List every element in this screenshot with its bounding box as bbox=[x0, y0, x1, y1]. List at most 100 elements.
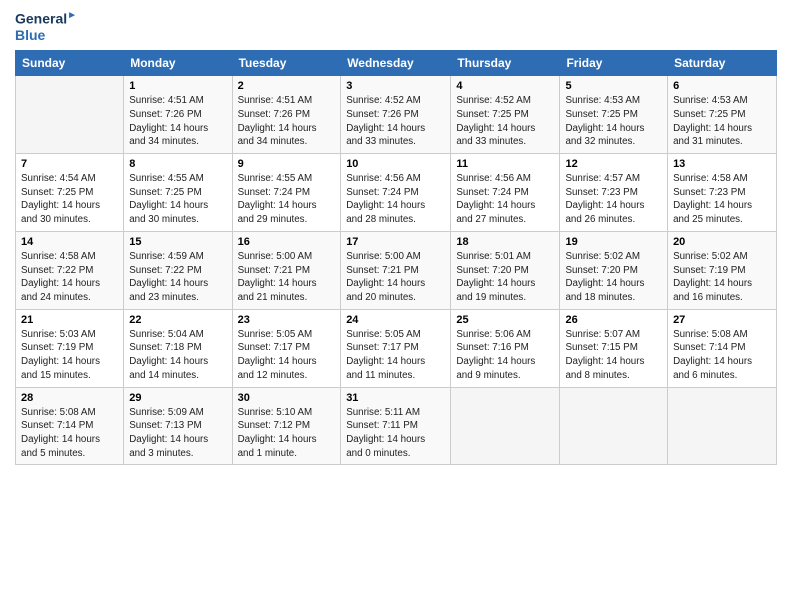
day-info-text: Sunrise: 5:07 AMSunset: 7:15 PMDaylight:… bbox=[565, 328, 662, 383]
day-number: 8 bbox=[129, 158, 226, 170]
day-info-text: Sunrise: 4:57 AMSunset: 7:23 PMDaylight:… bbox=[565, 172, 662, 227]
day-info-text: Sunrise: 5:02 AMSunset: 7:19 PMDaylight:… bbox=[673, 250, 771, 305]
logo-text-block: General► Blue bbox=[15, 10, 77, 44]
weekday-header-cell: Tuesday bbox=[232, 51, 341, 76]
calendar-day-cell: 20 Sunrise: 5:02 AMSunset: 7:19 PMDayligh… bbox=[668, 231, 777, 309]
calendar-day-cell bbox=[451, 387, 560, 465]
weekday-header-cell: Monday bbox=[124, 51, 232, 76]
calendar-day-cell: 22 Sunrise: 5:04 AMSunset: 7:18 PMDayligh… bbox=[124, 309, 232, 387]
calendar-day-cell: 4Sunrise: 4:52 AMSunset: 7:25 PMDaylight… bbox=[451, 76, 560, 154]
day-info-text: Sunrise: 4:56 AMSunset: 7:24 PMDaylight:… bbox=[346, 172, 445, 227]
day-info-text: Sunrise: 5:05 AMSunset: 7:17 PMDaylight:… bbox=[238, 328, 336, 383]
calendar-day-cell: 12 Sunrise: 4:57 AMSunset: 7:23 PMDayligh… bbox=[560, 154, 668, 232]
calendar-day-cell: 15 Sunrise: 4:59 AMSunset: 7:22 PMDayligh… bbox=[124, 231, 232, 309]
day-info-text: Sunrise: 5:00 AMSunset: 7:21 PMDaylight:… bbox=[238, 250, 336, 305]
calendar-day-cell: 10 Sunrise: 4:56 AMSunset: 7:24 PMDayligh… bbox=[341, 154, 451, 232]
day-number: 26 bbox=[565, 314, 662, 326]
page-header: General► Blue bbox=[15, 10, 777, 44]
calendar-day-cell: 6Sunrise: 4:53 AMSunset: 7:25 PMDaylight… bbox=[668, 76, 777, 154]
day-number: 11 bbox=[456, 158, 554, 170]
weekday-header-cell: Saturday bbox=[668, 51, 777, 76]
calendar-day-cell: 16Sunrise: 5:00 AMSunset: 7:21 PMDayligh… bbox=[232, 231, 341, 309]
calendar-day-cell: 14 Sunrise: 4:58 AMSunset: 7:22 PMDayligh… bbox=[16, 231, 124, 309]
day-info-text: Sunrise: 5:09 AMSunset: 7:13 PMDaylight:… bbox=[129, 406, 226, 461]
day-number: 9 bbox=[238, 158, 336, 170]
day-info-text: Sunrise: 4:59 AMSunset: 7:22 PMDaylight:… bbox=[129, 250, 226, 305]
calendar-body: 1 Sunrise: 4:51 AMSunset: 7:26 PMDaylight… bbox=[16, 76, 777, 465]
calendar-day-cell: 26 Sunrise: 5:07 AMSunset: 7:15 PMDayligh… bbox=[560, 309, 668, 387]
day-info-text: Sunrise: 5:01 AMSunset: 7:20 PMDaylight:… bbox=[456, 250, 554, 305]
day-info-text: Sunrise: 5:06 AMSunset: 7:16 PMDaylight:… bbox=[456, 328, 554, 383]
day-number: 10 bbox=[346, 158, 445, 170]
day-info-text: Sunrise: 4:51 AMSunset: 7:26 PMDaylight:… bbox=[238, 94, 336, 149]
calendar-day-cell: 23 Sunrise: 5:05 AMSunset: 7:17 PMDayligh… bbox=[232, 309, 341, 387]
calendar-day-cell: 2 Sunrise: 4:51 AMSunset: 7:26 PMDaylight… bbox=[232, 76, 341, 154]
day-info-text: Sunrise: 5:08 AMSunset: 7:14 PMDaylight:… bbox=[673, 328, 771, 383]
day-info-text: Sunrise: 5:02 AMSunset: 7:20 PMDaylight:… bbox=[565, 250, 662, 305]
day-number: 2 bbox=[238, 80, 336, 92]
calendar-day-cell: 17Sunrise: 5:00 AMSunset: 7:21 PMDayligh… bbox=[341, 231, 451, 309]
day-number: 19 bbox=[565, 236, 662, 248]
day-number: 31 bbox=[346, 392, 445, 404]
day-number: 17 bbox=[346, 236, 445, 248]
calendar-day-cell: 31 Sunrise: 5:11 AMSunset: 7:11 PMDayligh… bbox=[341, 387, 451, 465]
day-number: 6 bbox=[673, 80, 771, 92]
day-info-text: Sunrise: 5:05 AMSunset: 7:17 PMDaylight:… bbox=[346, 328, 445, 383]
calendar-week-row: 28 Sunrise: 5:08 AMSunset: 7:14 PMDayligh… bbox=[16, 387, 777, 465]
day-info-text: Sunrise: 4:55 AMSunset: 7:25 PMDaylight:… bbox=[129, 172, 226, 227]
day-number: 23 bbox=[238, 314, 336, 326]
calendar-week-row: 21Sunrise: 5:03 AMSunset: 7:19 PMDayligh… bbox=[16, 309, 777, 387]
day-number: 22 bbox=[129, 314, 226, 326]
day-info-text: Sunrise: 4:55 AMSunset: 7:24 PMDaylight:… bbox=[238, 172, 336, 227]
day-info-text: Sunrise: 5:08 AMSunset: 7:14 PMDaylight:… bbox=[21, 406, 118, 461]
day-number: 25 bbox=[456, 314, 554, 326]
day-number: 5 bbox=[565, 80, 662, 92]
logo: General► Blue bbox=[15, 10, 77, 44]
calendar-day-cell: 19 Sunrise: 5:02 AMSunset: 7:20 PMDayligh… bbox=[560, 231, 668, 309]
day-info-text: Sunrise: 4:54 AMSunset: 7:25 PMDaylight:… bbox=[21, 172, 118, 227]
day-info-text: Sunrise: 4:51 AMSunset: 7:26 PMDaylight:… bbox=[129, 94, 226, 149]
day-number: 1 bbox=[129, 80, 226, 92]
calendar-table: SundayMondayTuesdayWednesdayThursdayFrid… bbox=[15, 50, 777, 465]
day-info-text: Sunrise: 5:10 AMSunset: 7:12 PMDaylight:… bbox=[238, 406, 336, 461]
day-info-text: Sunrise: 4:58 AMSunset: 7:23 PMDaylight:… bbox=[673, 172, 771, 227]
day-number: 15 bbox=[129, 236, 226, 248]
calendar-day-cell: 18Sunrise: 5:01 AMSunset: 7:20 PMDayligh… bbox=[451, 231, 560, 309]
day-number: 29 bbox=[129, 392, 226, 404]
day-number: 20 bbox=[673, 236, 771, 248]
day-info-text: Sunrise: 4:58 AMSunset: 7:22 PMDaylight:… bbox=[21, 250, 118, 305]
weekday-header-row: SundayMondayTuesdayWednesdayThursdayFrid… bbox=[16, 51, 777, 76]
calendar-day-cell: 9 Sunrise: 4:55 AMSunset: 7:24 PMDaylight… bbox=[232, 154, 341, 232]
calendar-day-cell bbox=[16, 76, 124, 154]
day-number: 28 bbox=[21, 392, 118, 404]
calendar-day-cell: 5Sunrise: 4:53 AMSunset: 7:25 PMDaylight… bbox=[560, 76, 668, 154]
calendar-day-cell: 13 Sunrise: 4:58 AMSunset: 7:23 PMDayligh… bbox=[668, 154, 777, 232]
logo-blue: Blue bbox=[15, 27, 77, 44]
calendar-day-cell: 21Sunrise: 5:03 AMSunset: 7:19 PMDayligh… bbox=[16, 309, 124, 387]
day-info-text: Sunrise: 4:52 AMSunset: 7:26 PMDaylight:… bbox=[346, 94, 445, 149]
calendar-day-cell bbox=[668, 387, 777, 465]
calendar-day-cell: 25 Sunrise: 5:06 AMSunset: 7:16 PMDayligh… bbox=[451, 309, 560, 387]
weekday-header-cell: Wednesday bbox=[341, 51, 451, 76]
calendar-day-cell: 28 Sunrise: 5:08 AMSunset: 7:14 PMDayligh… bbox=[16, 387, 124, 465]
day-number: 21 bbox=[21, 314, 118, 326]
day-number: 24 bbox=[346, 314, 445, 326]
calendar-day-cell: 24 Sunrise: 5:05 AMSunset: 7:17 PMDayligh… bbox=[341, 309, 451, 387]
logo-general: General► bbox=[15, 10, 77, 27]
day-number: 30 bbox=[238, 392, 336, 404]
calendar-day-cell: 29 Sunrise: 5:09 AMSunset: 7:13 PMDayligh… bbox=[124, 387, 232, 465]
day-info-text: Sunrise: 4:52 AMSunset: 7:25 PMDaylight:… bbox=[456, 94, 554, 149]
day-info-text: Sunrise: 5:11 AMSunset: 7:11 PMDaylight:… bbox=[346, 406, 445, 461]
calendar-day-cell: 7 Sunrise: 4:54 AMSunset: 7:25 PMDaylight… bbox=[16, 154, 124, 232]
calendar-day-cell: 3Sunrise: 4:52 AMSunset: 7:26 PMDaylight… bbox=[341, 76, 451, 154]
day-number: 13 bbox=[673, 158, 771, 170]
day-info-text: Sunrise: 5:04 AMSunset: 7:18 PMDaylight:… bbox=[129, 328, 226, 383]
weekday-header-cell: Thursday bbox=[451, 51, 560, 76]
day-number: 14 bbox=[21, 236, 118, 248]
calendar-week-row: 1 Sunrise: 4:51 AMSunset: 7:26 PMDaylight… bbox=[16, 76, 777, 154]
day-number: 7 bbox=[21, 158, 118, 170]
weekday-header-cell: Friday bbox=[560, 51, 668, 76]
calendar-day-cell: 27Sunrise: 5:08 AMSunset: 7:14 PMDayligh… bbox=[668, 309, 777, 387]
calendar-day-cell bbox=[560, 387, 668, 465]
day-number: 12 bbox=[565, 158, 662, 170]
